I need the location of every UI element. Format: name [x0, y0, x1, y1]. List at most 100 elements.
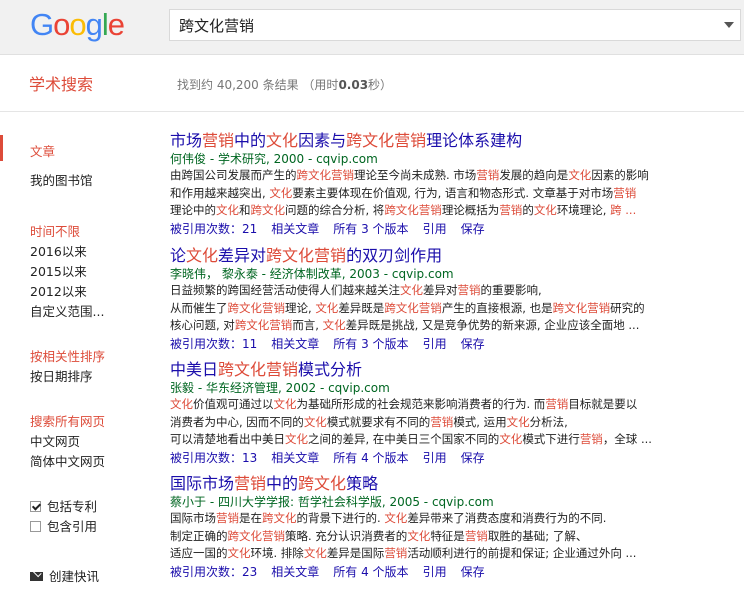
logo-letter: o [69, 7, 86, 42]
sidebar-item-sort-relevance[interactable]: 按相关性排序 [30, 346, 105, 365]
all-versions-link[interactable]: 所有 4 个版本 [333, 451, 408, 465]
sidebar-item-library[interactable]: 我的图书馆 [30, 170, 93, 189]
highlight-term: 文化 [227, 546, 251, 560]
cite-link[interactable]: 引用 [423, 565, 447, 579]
text-segment: 差异既是 [338, 300, 385, 315]
highlight-term: 营销 [499, 203, 523, 217]
sidebar-item-since-2016[interactable]: 2016以来 [30, 241, 87, 260]
all-versions-link[interactable]: 所有 3 个版本 [333, 337, 408, 351]
highlight-term: 文化 [506, 414, 530, 429]
snippet-line: 核心问题, 对跨文化营销而言, 文化差异既是挑战, 又是竞争优势的新来源, 企业… [170, 317, 710, 335]
search-box[interactable] [169, 9, 741, 41]
include-citations-checkbox[interactable] [30, 521, 41, 532]
text-segment: 差异对 [423, 283, 458, 297]
cited-by-link[interactable]: 被引用次数：23 [170, 565, 257, 579]
save-link[interactable]: 保存 [461, 222, 485, 236]
result-links: 被引用次数：13 相关文章 所有 4 个版本 引用 保存 [170, 449, 710, 467]
scholar-title[interactable]: 学术搜索 [29, 71, 93, 95]
active-marker [0, 135, 3, 161]
include-citations-option[interactable]: 包含引用 [30, 516, 97, 535]
google-logo[interactable]: Google [30, 5, 125, 45]
cited-by-link[interactable]: 被引用次数：13 [170, 451, 257, 465]
highlight-term: 文化 [315, 300, 339, 315]
sub-bar: 学术搜索 找到约 40,200 条结果 （用时0.03秒） [0, 55, 744, 112]
text-segment: 发展的趋向是 [499, 168, 569, 182]
cite-link[interactable]: 引用 [423, 337, 447, 351]
highlight-term: 营销 [613, 185, 637, 200]
highlight-term: 文化 [384, 511, 408, 525]
result-snippet: 日益频繁的跨国经营活动使得人们越来越关注文化差异对营销的重要影响, 从而催生了 跨文… [170, 282, 710, 335]
snippet-line: 从而催生了跨文化营销理论, 文化差异既是跨文化营销产生的直接根源, 也是跨文化营… [170, 300, 710, 318]
highlight-term: 文化 [170, 397, 193, 411]
highlight-term: 营销 [457, 283, 481, 297]
include-patents-checkbox[interactable] [30, 501, 41, 512]
snippet-line: 日益频繁的跨国经营活动使得人们越来越关注文化差异对营销的重要影响, [170, 282, 710, 300]
sidebar-item-any-time[interactable]: 时间不限 [30, 221, 80, 240]
text-segment: 特征是 [430, 528, 465, 543]
text-segment: 研究的 [610, 300, 645, 315]
result-title-link[interactable]: 中美日跨文化营销模式分析 [170, 360, 710, 380]
text-segment: 从而催生了 [170, 300, 228, 315]
cited-by-link[interactable]: 被引用次数：11 [170, 337, 257, 351]
text-segment: 问题的综合分析, 将 [285, 203, 385, 217]
text-segment: 适应一国的 [170, 546, 228, 560]
save-link[interactable]: 保存 [461, 565, 485, 579]
highlight-term: 文化 [303, 414, 327, 429]
sidebar-item-since-2012[interactable]: 2012以来 [30, 281, 87, 300]
text-segment: 差异是国际 [326, 546, 385, 560]
result-links: 被引用次数：21 相关文章 所有 3 个版本 引用 保存 [170, 220, 710, 238]
text-segment: 的背景下进行的. [296, 511, 385, 525]
text-segment: 的双刃剑作用 [346, 246, 443, 265]
all-versions-link[interactable]: 所有 3 个版本 [333, 222, 408, 236]
text-segment: 理论概括为 [441, 203, 500, 217]
envelope-icon [30, 572, 43, 581]
all-versions-link[interactable]: 所有 4 个版本 [333, 565, 408, 579]
dropdown-arrow-icon[interactable] [724, 22, 734, 28]
result-title-link[interactable]: 论文化差异对跨文化营销的双刃剑作用 [170, 246, 710, 266]
include-patents-option[interactable]: 包括专利 [30, 496, 97, 515]
text-segment: 模式, 运用 [453, 414, 507, 429]
highlight-term: 跨 ... [610, 203, 637, 217]
cited-by-link[interactable]: 被引用次数：21 [170, 222, 257, 236]
sidebar-item-custom-range[interactable]: 自定义范围... [30, 301, 104, 320]
result-item: 论文化差异对跨文化营销的双刃剑作用 李晓伟， 黎永泰 - 经济体制改革, 2003… [170, 246, 710, 353]
highlight-term: 文化 [322, 318, 346, 332]
related-articles-link[interactable]: 相关文章 [271, 337, 319, 351]
sidebar-item-sort-date[interactable]: 按日期排序 [30, 366, 93, 385]
sidebar-item-simplified-pages[interactable]: 简体中文网页 [30, 451, 105, 470]
sidebar-item-chinese-pages[interactable]: 中文网页 [30, 431, 80, 450]
text-segment: 分析法, [529, 414, 568, 429]
related-articles-link[interactable]: 相关文章 [271, 222, 319, 236]
highlight-term: 文化 [273, 397, 297, 411]
text-segment: 论 [170, 246, 187, 265]
sidebar-item-since-2015[interactable]: 2015以来 [30, 261, 87, 280]
text-segment: 制定正确的 [170, 528, 228, 543]
create-alert-link[interactable]: 创建快讯 [30, 566, 99, 585]
text-segment: 活动顺利进行的前提和保证; 企业通过外向 ... [407, 546, 637, 560]
text-segment: 中的 [266, 474, 299, 493]
cite-link[interactable]: 引用 [423, 451, 447, 465]
result-title-link[interactable]: 市场营销中的文化因素与跨文化营销理论体系建构 [170, 131, 710, 151]
text-segment: 环境. 排除 [250, 546, 304, 560]
result-title-link[interactable]: 国际市场营销中的跨文化策略 [170, 474, 710, 494]
highlight-term: 营销 [579, 432, 603, 446]
cite-link[interactable]: 引用 [423, 222, 447, 236]
highlight-term: 跨文化营销 [552, 300, 611, 315]
text-segment: 国际市场 [170, 474, 235, 493]
result-item: 国际市场营销中的跨文化策略 蔡小于 - 四川大学学报: 哲学社会科学版, 2005… [170, 474, 710, 581]
highlight-term: 营销 [384, 546, 408, 560]
related-articles-link[interactable]: 相关文章 [271, 565, 319, 579]
text-segment: 的重要影响, [480, 283, 542, 297]
highlight-term: 跨文化营销 [227, 528, 286, 543]
highlight-term: 营销 [430, 414, 454, 429]
include-citations-label: 包含引用 [47, 519, 98, 534]
text-segment: 和作用越来越突出, [170, 185, 270, 200]
save-link[interactable]: 保存 [461, 337, 485, 351]
sidebar-item-all-pages[interactable]: 搜索所有网页 [30, 411, 105, 430]
related-articles-link[interactable]: 相关文章 [271, 451, 319, 465]
text-segment: 理论中的 [170, 203, 216, 217]
save-link[interactable]: 保存 [461, 451, 485, 465]
sidebar-item-articles[interactable]: 文章 [30, 141, 55, 160]
highlight-term: 跨文化 [262, 511, 297, 525]
search-input[interactable] [170, 10, 710, 40]
